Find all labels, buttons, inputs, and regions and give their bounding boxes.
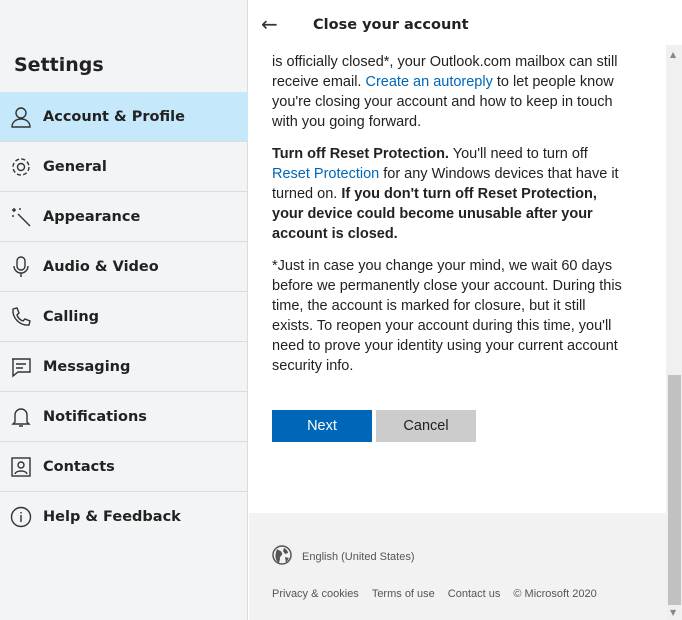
person-icon <box>10 106 32 128</box>
info-icon <box>10 506 32 528</box>
sidebar: Settings Account & Profile General Appea… <box>0 0 248 620</box>
sidebar-item-label: Account & Profile <box>43 108 185 125</box>
scrollbar-thumb[interactable] <box>668 375 681 605</box>
reset-protection-link[interactable]: Reset Protection <box>272 166 379 182</box>
language-label: English (United States) <box>302 550 415 563</box>
phone-icon <box>10 306 32 328</box>
sidebar-item-audio-video[interactable]: Audio & Video <box>0 242 248 292</box>
sidebar-item-calling[interactable]: Calling <box>0 292 248 342</box>
settings-title: Settings <box>14 54 104 76</box>
autoreply-paragraph: is officially closed*, your Outlook.com … <box>272 52 622 132</box>
sidebar-item-label: Messaging <box>43 358 131 375</box>
privacy-cookies-link[interactable]: Privacy & cookies <box>272 588 359 600</box>
cancel-button[interactable]: Cancel <box>376 410 476 442</box>
sidebar-item-messaging[interactable]: Messaging <box>0 342 248 392</box>
contact-card-icon <box>10 456 32 478</box>
footer: English (United States) Privacy & cookie… <box>249 513 666 620</box>
sidebar-item-label: Calling <box>43 308 100 325</box>
header: ← Close your account <box>249 0 666 48</box>
sidebar-item-label: Help & Feedback <box>43 509 181 525</box>
main-panel: is officially closed*, your Outlook.com … <box>249 0 666 620</box>
create-autoreply-link[interactable]: Create an autoreply <box>365 74 492 90</box>
sidebar-item-notifications[interactable]: Notifications <box>0 392 248 442</box>
sidebar-item-label: Appearance <box>43 208 141 225</box>
sidebar-item-appearance[interactable]: Appearance <box>0 192 248 242</box>
text: You'll need to turn off <box>448 146 588 162</box>
language-selector[interactable]: English (United States) <box>272 545 415 568</box>
next-button[interactable]: Next <box>272 410 372 442</box>
reset-protection-paragraph: Turn off Reset Protection. You'll need t… <box>272 144 622 244</box>
sidebar-item-help-feedback[interactable]: Help & Feedback <box>0 492 248 542</box>
scroll-down-icon[interactable]: ▼ <box>670 608 676 617</box>
gear-icon <box>10 156 32 178</box>
sidebar-item-general[interactable]: General <box>0 142 248 192</box>
globe-icon <box>272 545 292 568</box>
grace-period-paragraph: *Just in case you change your mind, we w… <box>272 258 622 374</box>
copyright: © Microsoft 2020 <box>513 588 597 600</box>
content: is officially closed*, your Outlook.com … <box>272 52 622 388</box>
bell-icon <box>10 406 32 428</box>
sidebar-item-label: Contacts <box>43 458 115 475</box>
sidebar-item-label: General <box>43 158 107 175</box>
page-title: Close your account <box>313 17 469 33</box>
sidebar-item-label: Notifications <box>43 408 147 425</box>
contact-us-link[interactable]: Contact us <box>448 588 501 600</box>
arrow-left-icon[interactable]: ← <box>261 12 278 36</box>
magic-wand-icon <box>10 206 32 228</box>
sidebar-item-label: Audio & Video <box>43 258 159 275</box>
scrollbar[interactable]: ▲ ▼ <box>666 45 682 620</box>
microphone-icon <box>10 255 32 278</box>
chat-icon <box>10 356 32 378</box>
text: Turn off Reset Protection. <box>272 146 449 162</box>
sidebar-item-contacts[interactable]: Contacts <box>0 442 248 492</box>
terms-of-use-link[interactable]: Terms of use <box>372 588 435 600</box>
sidebar-item-account-profile[interactable]: Account & Profile <box>0 92 248 142</box>
scroll-up-icon[interactable]: ▲ <box>670 50 676 59</box>
